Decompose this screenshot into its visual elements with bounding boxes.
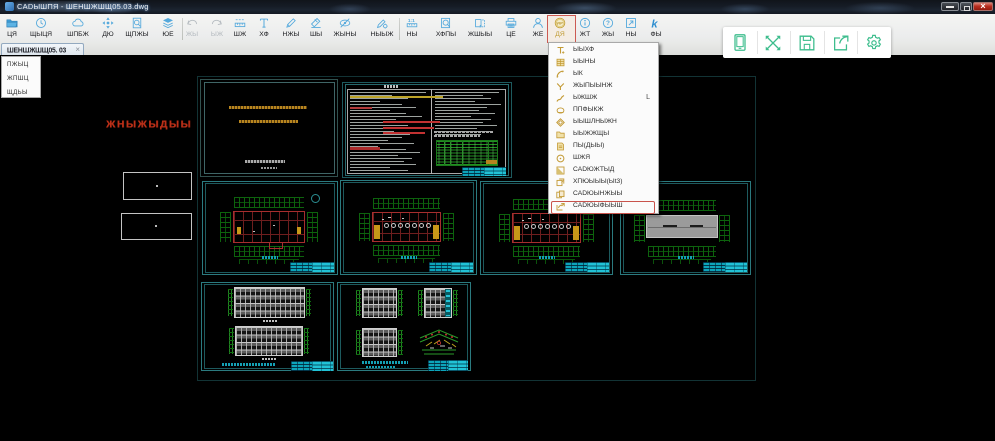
- svg-text:k: k: [651, 18, 658, 29]
- svg-text:VIP: VIP: [556, 21, 563, 26]
- svg-text:1:1: 1:1: [407, 18, 414, 24]
- svg-text:?: ?: [606, 20, 610, 27]
